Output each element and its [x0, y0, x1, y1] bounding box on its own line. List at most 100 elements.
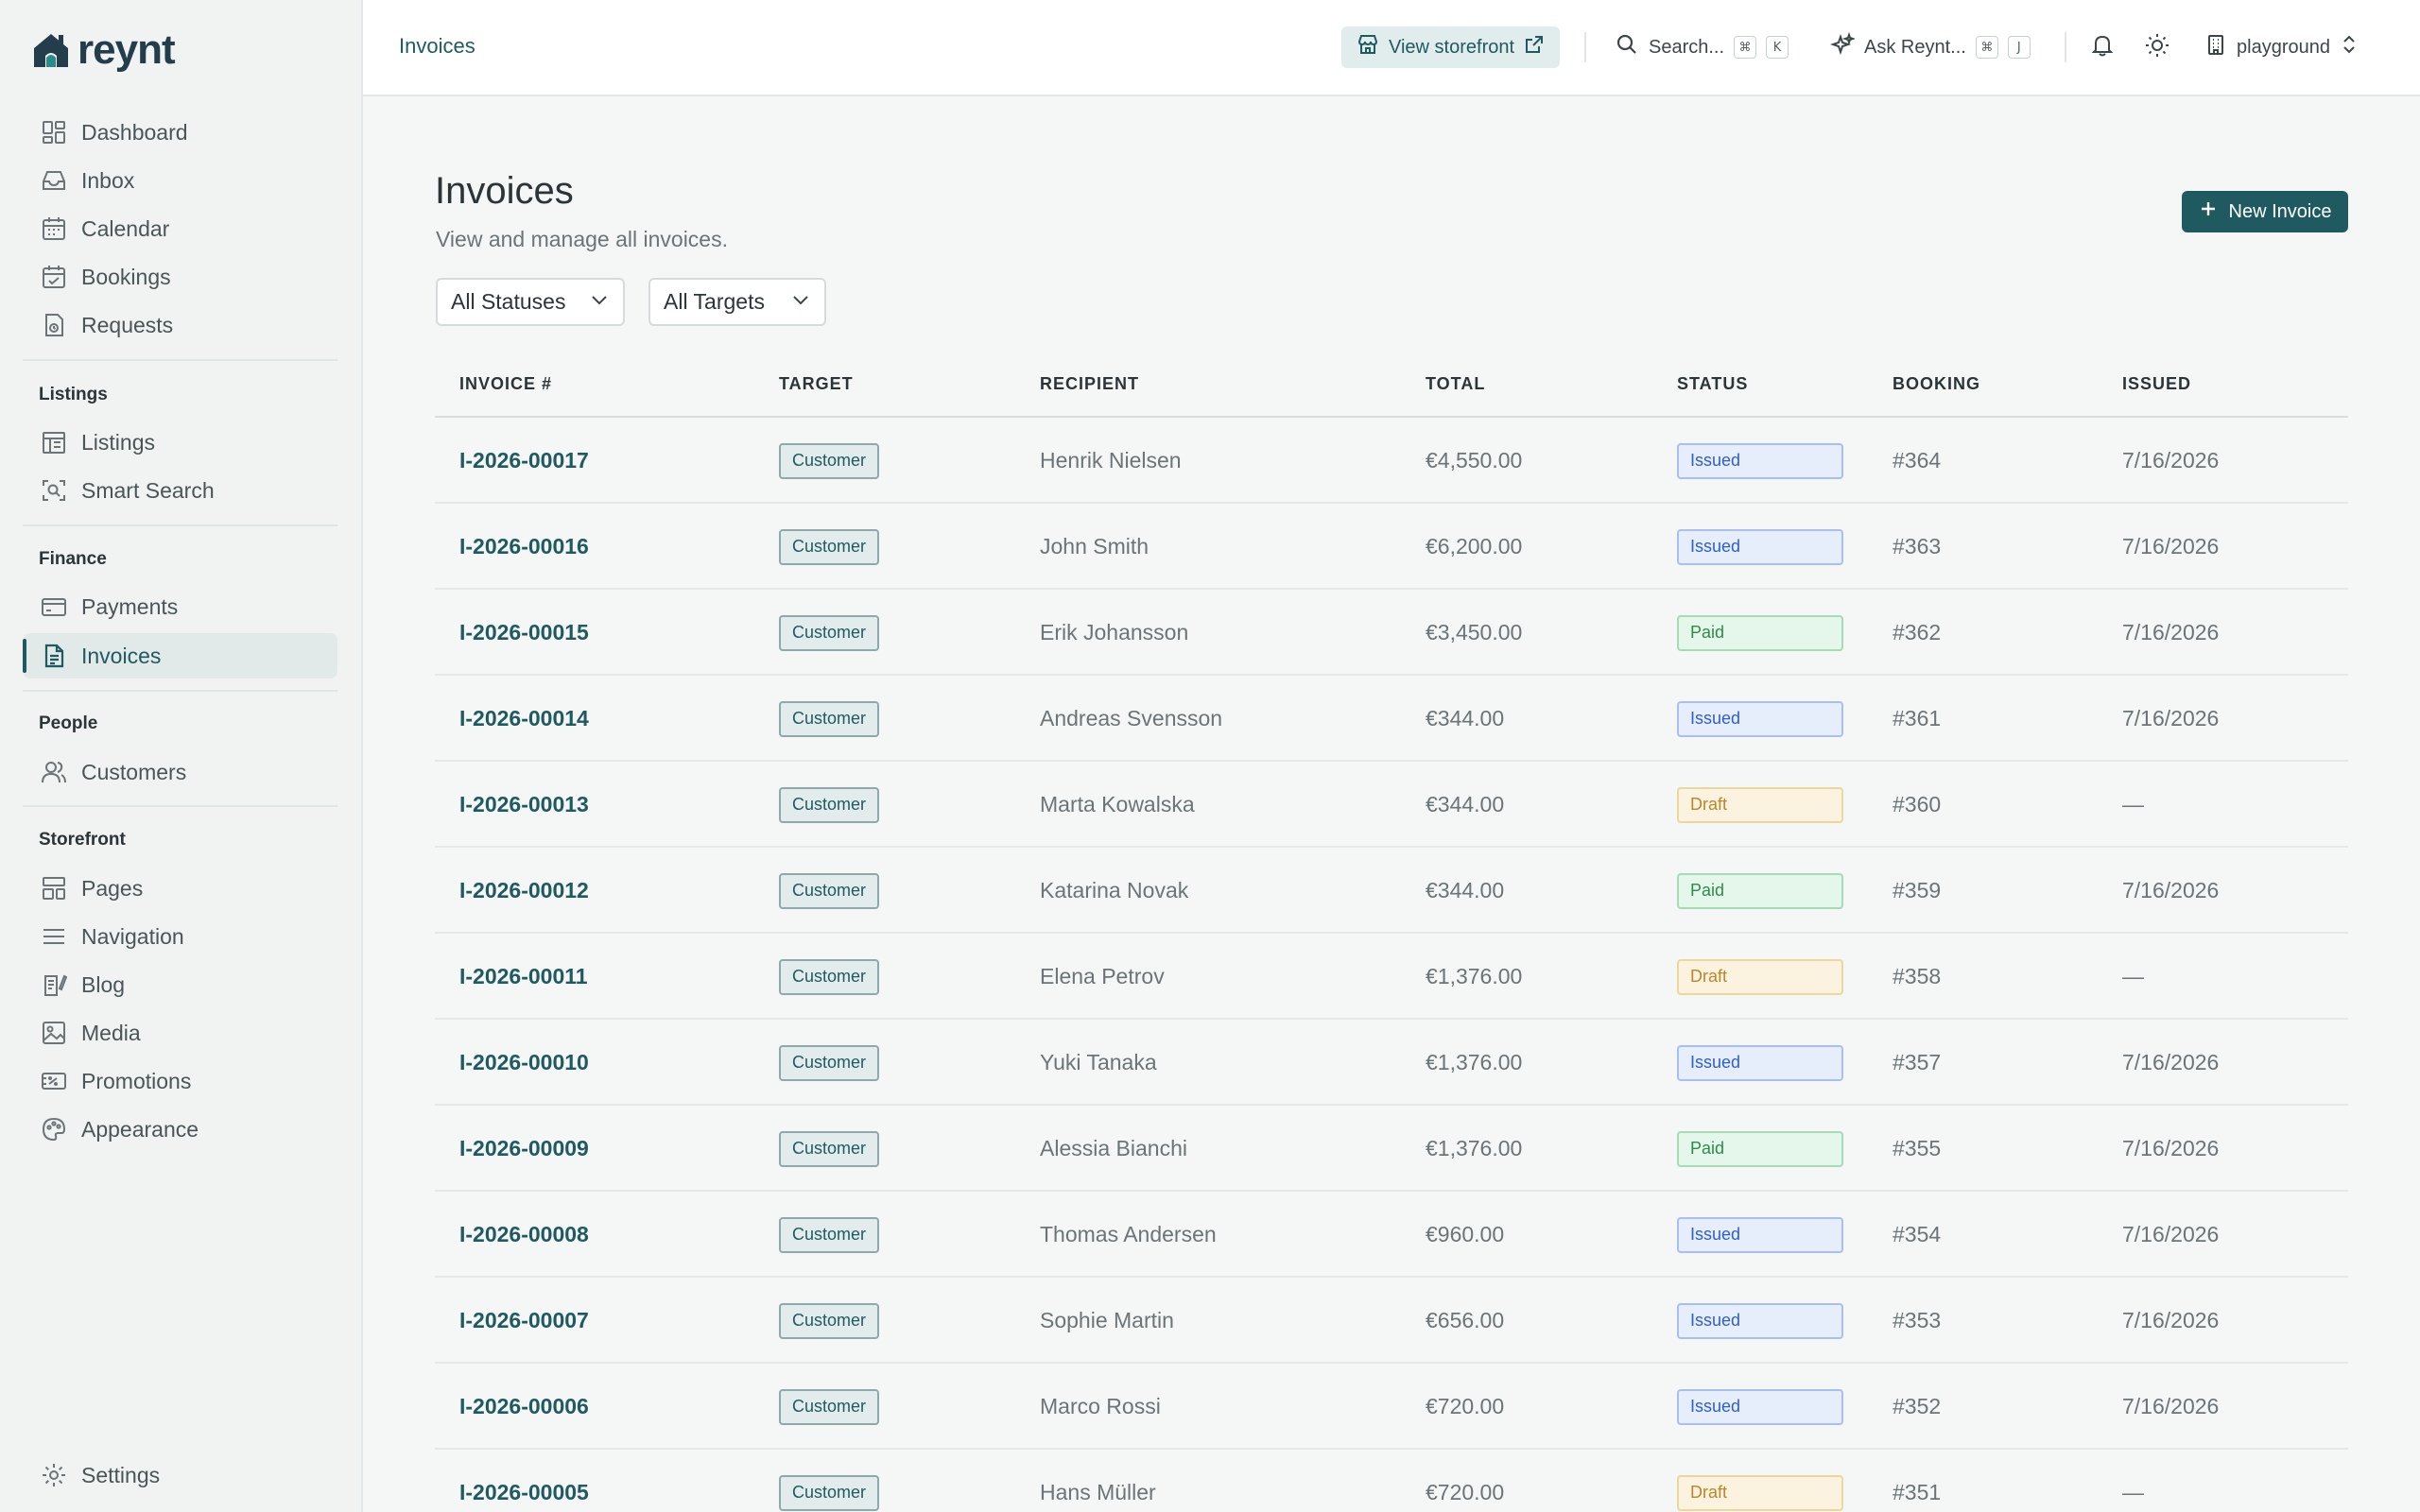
- table-row[interactable]: I-2026-00015 Customer Erik Johansson €3,…: [435, 590, 2348, 676]
- table-row[interactable]: I-2026-00014 Customer Andreas Svensson €…: [435, 676, 2348, 762]
- sidebar-item-media[interactable]: Media: [23, 1010, 337, 1056]
- invoice-number-link[interactable]: I-2026-00006: [459, 1394, 589, 1419]
- booking-id[interactable]: #362: [1893, 620, 1941, 645]
- invoice-number-link[interactable]: I-2026-00016: [459, 534, 589, 559]
- invoice-number-link[interactable]: I-2026-00017: [459, 448, 589, 473]
- issued-date: 7/16/2026: [2122, 1394, 2220, 1418]
- table-row[interactable]: I-2026-00010 Customer Yuki Tanaka €1,376…: [435, 1020, 2348, 1106]
- status-badge: Issued: [1677, 1302, 1843, 1339]
- invoice-number-link[interactable]: I-2026-00012: [459, 878, 589, 903]
- invoice-number-link[interactable]: I-2026-00014: [459, 706, 589, 731]
- theme-toggle-button[interactable]: [2140, 30, 2174, 64]
- invoice-number-link[interactable]: I-2026-00007: [459, 1308, 589, 1333]
- invoices-table: INVOICE # TARGET RECIPIENT TOTAL STATUS …: [435, 359, 2348, 1512]
- recipient-name: Erik Johansson: [1040, 620, 1189, 644]
- booking-id[interactable]: #357: [1893, 1050, 1941, 1075]
- column-header-invoice[interactable]: INVOICE #: [459, 374, 552, 394]
- booking-id[interactable]: #352: [1893, 1394, 1941, 1419]
- search-button[interactable]: Search... ⌘ K: [1615, 28, 1789, 66]
- sidebar-item-bookings[interactable]: Bookings: [23, 254, 337, 300]
- booking-id[interactable]: #364: [1893, 448, 1941, 473]
- recipient-name: Hans Müller: [1040, 1480, 1156, 1504]
- sidebar-item-label: Listings: [81, 429, 155, 455]
- sidebar-item-listings[interactable]: Listings: [23, 420, 337, 465]
- invoice-total: €4,550.00: [1426, 448, 1523, 472]
- recipient-name: Alessia Bianchi: [1040, 1136, 1187, 1160]
- shortcut-key: ⌘: [1975, 36, 1998, 59]
- booking-id[interactable]: #363: [1893, 534, 1941, 559]
- table-row[interactable]: I-2026-00009 Customer Alessia Bianchi €1…: [435, 1106, 2348, 1192]
- table-row[interactable]: I-2026-00008 Customer Thomas Andersen €9…: [435, 1192, 2348, 1278]
- table-row[interactable]: I-2026-00017 Customer Henrik Nielsen €4,…: [435, 418, 2348, 504]
- sidebar-item-payments[interactable]: Payments: [23, 584, 337, 629]
- top-bar: Invoices View storefront Search... ⌘ K A…: [363, 0, 2420, 96]
- sidebar-item-customers[interactable]: Customers: [23, 749, 337, 795]
- table-row[interactable]: I-2026-00007 Customer Sophie Martin €656…: [435, 1278, 2348, 1364]
- status-badge: Issued: [1677, 1388, 1843, 1425]
- calendar-icon: [40, 215, 68, 243]
- new-invoice-button[interactable]: New Invoice: [2182, 191, 2348, 232]
- invoice-number-link[interactable]: I-2026-00011: [459, 964, 588, 989]
- column-header-total[interactable]: TOTAL: [1426, 374, 1485, 394]
- invoice-number-link[interactable]: I-2026-00008: [459, 1222, 589, 1247]
- target-badge: Customer: [779, 872, 880, 909]
- workspace-switcher[interactable]: playground: [2204, 28, 2359, 66]
- table-row[interactable]: I-2026-00013 Customer Marta Kowalska €34…: [435, 762, 2348, 848]
- sidebar-divider: [23, 690, 337, 692]
- sidebar-item-settings[interactable]: Settings: [23, 1452, 337, 1498]
- booking-id[interactable]: #358: [1893, 964, 1941, 989]
- invoice-total: €720.00: [1426, 1394, 1505, 1418]
- invoice-number-link[interactable]: I-2026-00005: [459, 1480, 589, 1505]
- status-filter-select[interactable]: All Statuses: [436, 278, 625, 326]
- invoice-number-link[interactable]: I-2026-00015: [459, 620, 589, 645]
- sidebar-item-calendar[interactable]: Calendar: [23, 206, 337, 251]
- column-header-recipient[interactable]: RECIPIENT: [1040, 374, 1139, 394]
- table-row[interactable]: I-2026-00006 Customer Marco Rossi €720.0…: [435, 1364, 2348, 1450]
- sidebar-item-promotions[interactable]: Promotions: [23, 1058, 337, 1104]
- sun-icon: [2144, 32, 2170, 63]
- status-badge: Issued: [1677, 528, 1843, 565]
- booking-id[interactable]: #354: [1893, 1222, 1941, 1247]
- invoice-total: €960.00: [1426, 1222, 1505, 1246]
- sidebar: reynt Dashboard Inbox Calendar Bookings …: [0, 0, 363, 1512]
- chevron-down-icon: [589, 289, 610, 316]
- sidebar-divider: [23, 524, 337, 526]
- table-row[interactable]: I-2026-00005 Customer Hans Müller €720.0…: [435, 1450, 2348, 1512]
- notifications-button[interactable]: [2085, 30, 2119, 64]
- booking-id[interactable]: #351: [1893, 1480, 1941, 1505]
- sidebar-item-pages[interactable]: Pages: [23, 866, 337, 911]
- table-row[interactable]: I-2026-00016 Customer John Smith €6,200.…: [435, 504, 2348, 590]
- invoice-total: €1,376.00: [1426, 964, 1523, 988]
- table-row[interactable]: I-2026-00011 Customer Elena Petrov €1,37…: [435, 934, 2348, 1020]
- target-filter-select[interactable]: All Targets: [648, 278, 826, 326]
- recipient-name: Yuki Tanaka: [1040, 1050, 1157, 1074]
- column-header-issued[interactable]: ISSUED: [2122, 374, 2191, 394]
- sidebar-item-smart-search[interactable]: Smart Search: [23, 468, 337, 513]
- sidebar-item-blog[interactable]: Blog: [23, 962, 337, 1007]
- sidebar-item-appearance[interactable]: Appearance: [23, 1107, 337, 1152]
- sidebar-item-inbox[interactable]: Inbox: [23, 158, 337, 203]
- booking-id[interactable]: #355: [1893, 1136, 1941, 1161]
- breadcrumb[interactable]: Invoices: [399, 34, 475, 59]
- status-badge: Draft: [1677, 1474, 1843, 1511]
- booking-id[interactable]: #360: [1893, 792, 1941, 817]
- sidebar-item-invoices[interactable]: Invoices: [23, 633, 337, 679]
- sidebar-item-requests[interactable]: Requests: [23, 302, 337, 348]
- booking-id[interactable]: #353: [1893, 1308, 1941, 1333]
- invoice-number-link[interactable]: I-2026-00009: [459, 1136, 589, 1161]
- column-header-booking[interactable]: BOOKING: [1893, 374, 1980, 394]
- app-logo[interactable]: reynt: [30, 26, 176, 74]
- column-header-target[interactable]: TARGET: [779, 374, 854, 394]
- booking-id[interactable]: #359: [1893, 878, 1941, 903]
- table-row[interactable]: I-2026-00012 Customer Katarina Novak €34…: [435, 848, 2348, 934]
- sidebar-item-dashboard[interactable]: Dashboard: [23, 110, 337, 155]
- table-body: I-2026-00017 Customer Henrik Nielsen €4,…: [435, 418, 2348, 1512]
- sidebar-item-navigation[interactable]: Navigation: [23, 914, 337, 959]
- column-header-status[interactable]: STATUS: [1677, 374, 1748, 394]
- booking-id[interactable]: #361: [1893, 706, 1941, 731]
- invoice-number-link[interactable]: I-2026-00013: [459, 792, 589, 817]
- ask-ai-button[interactable]: Ask Reynt... ⌘ J: [1829, 28, 2031, 66]
- invoice-number-link[interactable]: I-2026-00010: [459, 1050, 589, 1075]
- media-icon: [40, 1019, 68, 1047]
- view-storefront-button[interactable]: View storefront: [1341, 26, 1561, 68]
